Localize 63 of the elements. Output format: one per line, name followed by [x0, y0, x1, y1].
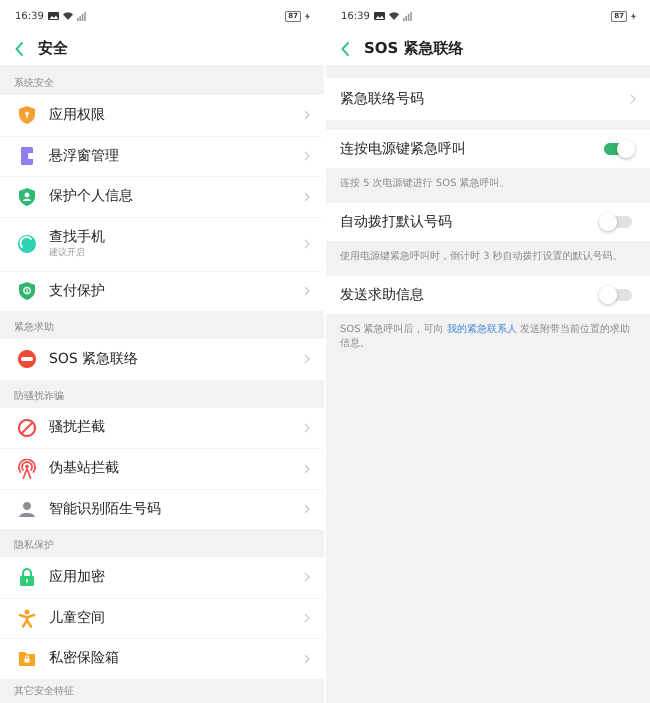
chevron-right-icon	[304, 654, 310, 664]
page-title: SOS 紧急联络	[364, 38, 464, 60]
chevron-right-icon	[304, 464, 310, 474]
description-text: 使用电源键紧急呼叫时，倒计时 3 秒自动拨打设置的默认号码。	[339, 250, 624, 264]
wifi-icon	[388, 12, 399, 20]
menu-item[interactable]: 保护个人信息	[0, 176, 324, 216]
charging-icon	[305, 12, 310, 20]
menu-item[interactable]: SOS 紧急联络	[0, 339, 324, 380]
antenna-icon	[17, 458, 37, 479]
menu-item[interactable]: 骚扰拦截	[0, 408, 324, 448]
menu-item[interactable]: 支付保护	[0, 270, 324, 311]
setting-label: 发送求助信息	[340, 286, 425, 304]
wifi-icon	[62, 12, 73, 20]
back-chevron-icon	[341, 42, 349, 56]
radar-icon	[17, 234, 37, 254]
menu-item[interactable]: 私密保险箱	[0, 638, 324, 678]
menu-item[interactable]: 应用权限	[0, 95, 324, 136]
hint-text: 建议开启	[49, 248, 86, 259]
section-header: 系统安全	[13, 76, 55, 91]
chevron-right-icon	[304, 572, 310, 582]
shield-icon	[17, 105, 37, 126]
chevron-right-icon	[304, 504, 310, 514]
menu-item[interactable]: 智能识别陌生号码	[0, 488, 324, 529]
section-header: 隐私保护	[13, 538, 55, 553]
menu-item[interactable]: 儿童空间	[0, 598, 324, 638]
chevron-right-icon	[304, 192, 310, 202]
block-icon	[17, 418, 37, 438]
chevron-right-icon	[304, 110, 310, 120]
section-header: 其它安全特征	[13, 684, 75, 698]
signal-icon	[402, 12, 412, 20]
lock-icon	[17, 567, 37, 588]
shield-coin-icon	[17, 281, 37, 302]
chevron-right-icon	[304, 422, 310, 433]
chevron-right-icon	[304, 613, 310, 624]
chevron-right-icon	[304, 151, 310, 162]
description-text: SOS 紧急呼叫后，可向 我的紧急联系人 发送附带当前位置的求助信息。	[339, 322, 632, 351]
person-icon	[17, 499, 37, 520]
signal-icon	[76, 12, 86, 20]
page-title: 安全	[38, 38, 68, 60]
emergency-icon	[17, 349, 37, 370]
child-icon	[17, 608, 37, 628]
chevron-right-icon	[304, 286, 310, 296]
menu-item[interactable]: 悬浮窗管理	[0, 136, 324, 176]
menu-item[interactable]: 伪基站拦截	[0, 448, 324, 488]
section-header: 防骚扰诈骗	[13, 390, 65, 404]
chevron-right-icon	[304, 354, 310, 364]
shield-person-icon	[17, 186, 37, 207]
status-time: 16:39	[15, 10, 44, 24]
chevron-right-icon	[304, 239, 310, 249]
image-icon	[48, 12, 59, 20]
chevron-right-icon	[630, 94, 636, 104]
section-header: 紧急求助	[13, 320, 55, 335]
menu-item[interactable]: 应用加密	[0, 557, 324, 598]
menu-item[interactable]: 查找手机 建议开启	[0, 216, 324, 270]
setting-label: 自动拨打默认号码	[340, 212, 453, 232]
menu-item[interactable]: 紧急联络号码	[326, 78, 650, 120]
contacts-link[interactable]: 我的紧急联系人	[446, 324, 517, 335]
description-text: 连按 5 次电源键进行 SOS 紧急呼叫。	[339, 176, 511, 191]
charging-icon	[631, 12, 636, 20]
setting-label: 连按电源键紧急呼叫	[340, 140, 467, 158]
status-time: 16:39	[341, 10, 370, 24]
back-chevron-icon	[15, 42, 23, 56]
image-icon	[374, 12, 385, 20]
